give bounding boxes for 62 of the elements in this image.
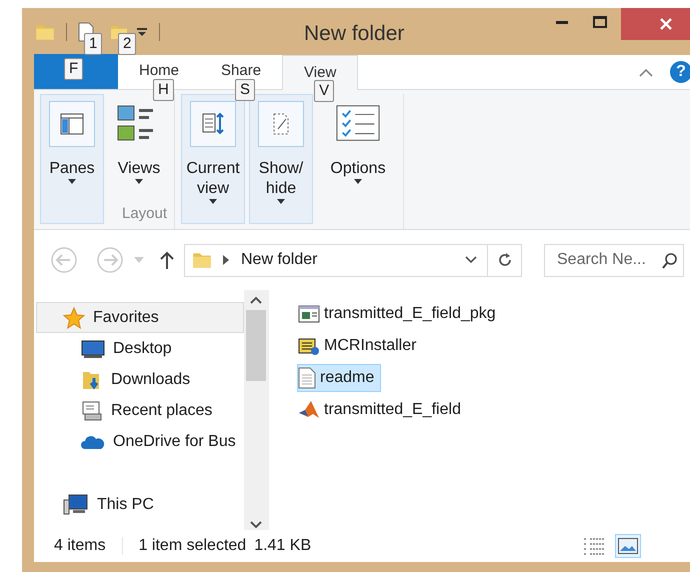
- chevron-icon: [223, 255, 229, 265]
- selection-size: 1.41 KB: [254, 536, 312, 556]
- nav-item[interactable]: Recent places: [36, 395, 244, 426]
- ribbon-button[interactable]: Current view: [181, 94, 245, 224]
- collapse-ribbon-icon[interactable]: [639, 68, 653, 77]
- caret-icon: [354, 179, 362, 184]
- current-view-icon: [200, 111, 226, 137]
- file-tab[interactable]: F: [34, 54, 118, 89]
- installer-icon: [298, 336, 320, 356]
- key-tip: H: [153, 79, 174, 101]
- monitor-icon: [81, 338, 105, 358]
- help-icon[interactable]: ?: [670, 61, 690, 83]
- ribbon-button[interactable]: Panes: [40, 94, 104, 224]
- address-bar[interactable]: New folder: [184, 244, 522, 276]
- key-tip: F: [64, 58, 84, 80]
- refresh-icon[interactable]: [496, 252, 512, 268]
- nav-item[interactable]: Favorites: [36, 302, 244, 333]
- nav-item[interactable]: Desktop: [36, 333, 244, 364]
- dropdown-icon[interactable]: [465, 256, 477, 264]
- file-item[interactable]: MCRInstaller: [297, 332, 424, 360]
- item-count: 4 items: [54, 536, 106, 556]
- ribbon-button[interactable]: Show/ hide: [249, 94, 313, 224]
- selection-status: 1 item selected: [138, 536, 246, 556]
- application-icon: [298, 304, 320, 324]
- caret-icon: [209, 199, 217, 204]
- computer-icon: [63, 494, 89, 516]
- panes-icon: [59, 111, 85, 137]
- nav-item[interactable]: OneDrive for Bus: [36, 426, 244, 457]
- nav-label: Favorites: [93, 308, 159, 328]
- key-tip: S: [235, 79, 256, 101]
- recent-places-icon: [81, 400, 103, 422]
- file-item[interactable]: readme: [297, 364, 382, 392]
- scroll-thumb[interactable]: [246, 310, 266, 381]
- close-button[interactable]: [621, 8, 690, 40]
- file-item[interactable]: transmitted_E_field_pkg: [297, 300, 503, 328]
- nav-label: Desktop: [113, 338, 172, 358]
- up-arrow-icon[interactable]: [160, 251, 174, 269]
- window-title: New folder: [304, 21, 404, 47]
- address-path: New folder: [241, 250, 318, 270]
- caret-icon: [68, 179, 76, 184]
- key-tip: 2: [118, 33, 136, 55]
- nav-item[interactable]: This PC: [36, 489, 244, 520]
- search-icon: [662, 252, 678, 268]
- large-icons-view-button[interactable]: [615, 534, 642, 558]
- search-field[interactable]: Search Ne...: [544, 244, 684, 276]
- star-icon: [63, 306, 85, 328]
- caret-icon: [277, 199, 285, 204]
- nav-label: Recent places: [111, 400, 212, 420]
- scroll-up-icon[interactable]: [250, 296, 262, 304]
- nav-label: Downloads: [111, 370, 190, 390]
- key-tip: V: [314, 80, 334, 102]
- nav-label: This PC: [97, 494, 154, 514]
- nav-item[interactable]: Downloads: [36, 364, 244, 395]
- caret-icon: [135, 179, 143, 184]
- nav-label: OneDrive for Bus: [113, 432, 236, 452]
- text-file-icon: [298, 367, 316, 389]
- scroll-down-icon[interactable]: [250, 521, 262, 529]
- key-tip: 1: [84, 33, 102, 55]
- dropdown-icon[interactable]: [137, 26, 147, 36]
- close-icon: [660, 18, 672, 30]
- file-item[interactable]: transmitted_E_field: [297, 396, 468, 424]
- group-label: Layout: [122, 204, 168, 224]
